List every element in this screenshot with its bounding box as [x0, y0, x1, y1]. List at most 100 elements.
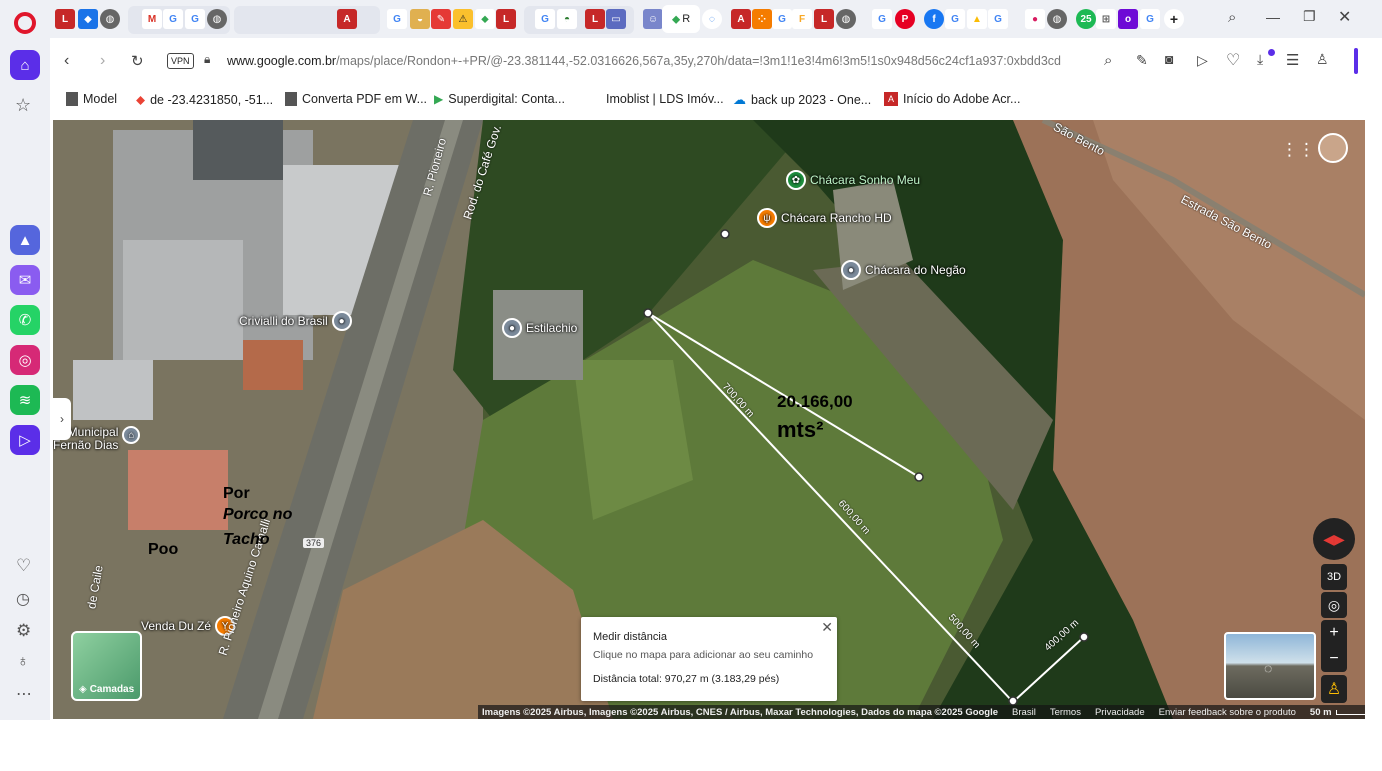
tab-gdrive[interactable]: ◆ [78, 9, 98, 29]
spotify-app-icon[interactable]: ≋ [10, 385, 40, 415]
account-avatar[interactable] [1318, 133, 1348, 163]
vpn-badge[interactable]: VPN [167, 53, 194, 69]
tab-active-maps[interactable]: ⬥ R [662, 5, 700, 33]
edit-icon[interactable]: ✎ [1136, 52, 1148, 69]
bookmark-adobe[interactable]: A Início do Adobe Acr... [884, 92, 1020, 106]
tab-grid-app[interactable]: ⁘ [752, 9, 772, 29]
forward-button[interactable]: › [100, 52, 105, 70]
home-button[interactable]: ⌂ [10, 50, 40, 80]
poi-chacara-rancho-hd[interactable]: ψ Chácara Rancho HD [757, 208, 892, 228]
tab-drive-2[interactable]: ▲ [967, 9, 987, 29]
tab-pinterest[interactable]: P [895, 9, 915, 29]
tab-google-5[interactable]: G [772, 9, 792, 29]
poi-chacara-do-negao[interactable]: ● Chácara do Negão [841, 260, 966, 280]
tab-google-9[interactable]: G [1140, 9, 1160, 29]
tab-lds[interactable]: L [55, 9, 75, 29]
bookmark-imoblist[interactable]: Imoblist | LDS Imóv... [606, 92, 724, 106]
tab-screen[interactable]: ▭ [606, 9, 626, 29]
privacy-link[interactable]: Privacidade [1095, 707, 1145, 718]
terms-link[interactable]: Termos [1050, 707, 1081, 718]
tab-lds-3[interactable]: L [585, 9, 605, 29]
tab-google-2[interactable]: G [185, 9, 205, 29]
maximize-button[interactable]: ❐ [1303, 8, 1316, 25]
zoom-in-button[interactable]: + [1321, 620, 1347, 646]
player-app-icon[interactable]: ▷ [10, 425, 40, 455]
tips-bulb-icon[interactable]: ♁ [17, 653, 29, 671]
messenger-app-icon[interactable]: ✉ [10, 265, 40, 295]
back-button[interactable]: ‹ [64, 52, 69, 70]
poi-chacara-sonho-meu[interactable]: ✿ Chácara Sonho Meu [786, 170, 920, 190]
tab-globe-3[interactable]: ◍ [836, 9, 856, 29]
url-input[interactable]: www.google.com.br/maps/place/Rondon+-+PR… [227, 54, 1087, 68]
country-link[interactable]: Brasil [1012, 707, 1036, 718]
search-lens-icon[interactable]: ⌕ [1104, 52, 1112, 69]
apps-grid-icon[interactable]: ⋮⋮ [1281, 140, 1315, 160]
3d-button[interactable]: 3D [1321, 564, 1347, 590]
tab-red-app[interactable]: ✎ [431, 9, 451, 29]
bookmark-coordinates[interactable]: ⬥ de -23.4231850, -51... [136, 92, 273, 108]
tab-food[interactable]: ◒ [410, 9, 430, 29]
tab-facebook[interactable]: f [924, 9, 944, 29]
history-clock-icon[interactable]: ◷ [16, 589, 30, 609]
tab-pdf[interactable]: A [337, 9, 357, 29]
minimize-button[interactable]: — [1266, 9, 1280, 25]
tab-google-3[interactable]: G [387, 9, 407, 29]
bookmark-superdigital[interactable]: ▶ Superdigital: Conta... [434, 92, 565, 106]
tab-grid-2[interactable]: ⊞ [1096, 9, 1116, 29]
tab-globe-2[interactable]: ◍ [207, 9, 227, 29]
more-dots-icon[interactable]: ⋯ [16, 684, 32, 704]
tab-globe-4[interactable]: ◍ [1047, 9, 1067, 29]
tab-gmail[interactable]: M [142, 9, 162, 29]
zoom-out-button[interactable]: − [1321, 646, 1347, 672]
snapshot-camera-icon[interactable]: ◙ [1165, 51, 1173, 67]
tab-pdf-2[interactable]: A [731, 9, 751, 29]
bookmark-converta-pdf[interactable]: Converta PDF em W... [285, 92, 427, 106]
tab-google-7[interactable]: G [945, 9, 965, 29]
poi-crivialli[interactable]: ● Crivialli do Brasil [239, 311, 352, 331]
tab-google-1[interactable]: G [163, 9, 183, 29]
whatsapp-app-icon[interactable]: ✆ [10, 305, 40, 335]
tab-contacts[interactable]: ☺ [643, 9, 663, 29]
tab-lds-2[interactable]: L [496, 9, 516, 29]
favorites-heart-icon[interactable]: ♡ [16, 556, 31, 576]
expand-panel-button[interactable]: › [53, 398, 71, 440]
scale-bar[interactable]: 50 m [1310, 707, 1382, 718]
tab-loading[interactable]: ◌ [702, 9, 722, 29]
tab-bank[interactable]: ◓ [557, 9, 577, 29]
download-icon[interactable]: ⤓ [1257, 51, 1263, 68]
tab-google-4[interactable]: G [535, 9, 555, 29]
tab-flag[interactable]: F [792, 9, 812, 29]
tab-lds-4[interactable]: L [814, 9, 834, 29]
tab-olx[interactable]: o [1118, 9, 1138, 29]
tab-flickr[interactable]: ● [1025, 9, 1045, 29]
tab-google-8[interactable]: G [988, 9, 1008, 29]
poi-estilachio[interactable]: ● Estilachio [502, 318, 577, 338]
tab-counter[interactable]: 25 [1076, 9, 1096, 29]
new-tab-button[interactable]: + [1164, 9, 1184, 29]
tab-maps-1[interactable]: ⬥ [475, 9, 495, 29]
tab-search-icon[interactable]: ⌕ [1228, 9, 1236, 26]
tab-warning[interactable]: ⚠ [453, 9, 473, 29]
close-window-button[interactable]: ✕ [1338, 7, 1351, 27]
reload-button[interactable]: ↻ [131, 52, 144, 70]
measure-close-button[interactable]: ✕ [821, 619, 833, 636]
tab-globe[interactable]: ◍ [100, 9, 120, 29]
feedback-link[interactable]: Enviar feedback sobre o produto [1159, 707, 1296, 718]
bookmark-model[interactable]: Model [66, 92, 117, 106]
bookmark-backup[interactable]: ☁ back up 2023 - One... [733, 92, 871, 108]
bookmark-heart-icon[interactable]: ♡ [1226, 50, 1240, 70]
compass-button[interactable]: ◀▶ [1313, 518, 1355, 560]
street-view-preview[interactable]: ◌ [1224, 632, 1316, 700]
tab-google-6[interactable]: G [872, 9, 892, 29]
my-location-button[interactable]: ◎ [1321, 592, 1347, 618]
instagram-app-icon[interactable]: ◎ [10, 345, 40, 375]
layers-button[interactable]: ◈ Camadas [71, 631, 142, 701]
pegman-button[interactable]: ♙ [1321, 675, 1347, 703]
easy-setup-icon[interactable]: ☰ [1286, 51, 1299, 69]
profile-icon[interactable]: ♙ [1316, 51, 1329, 68]
aria-app-icon[interactable]: ▲ [10, 225, 40, 255]
opera-logo-icon[interactable] [14, 12, 36, 34]
settings-gear-icon[interactable]: ⚙ [16, 621, 31, 641]
send-icon[interactable]: ▷ [1197, 52, 1208, 69]
speed-dial-star-icon[interactable]: ☆ [15, 95, 31, 116]
